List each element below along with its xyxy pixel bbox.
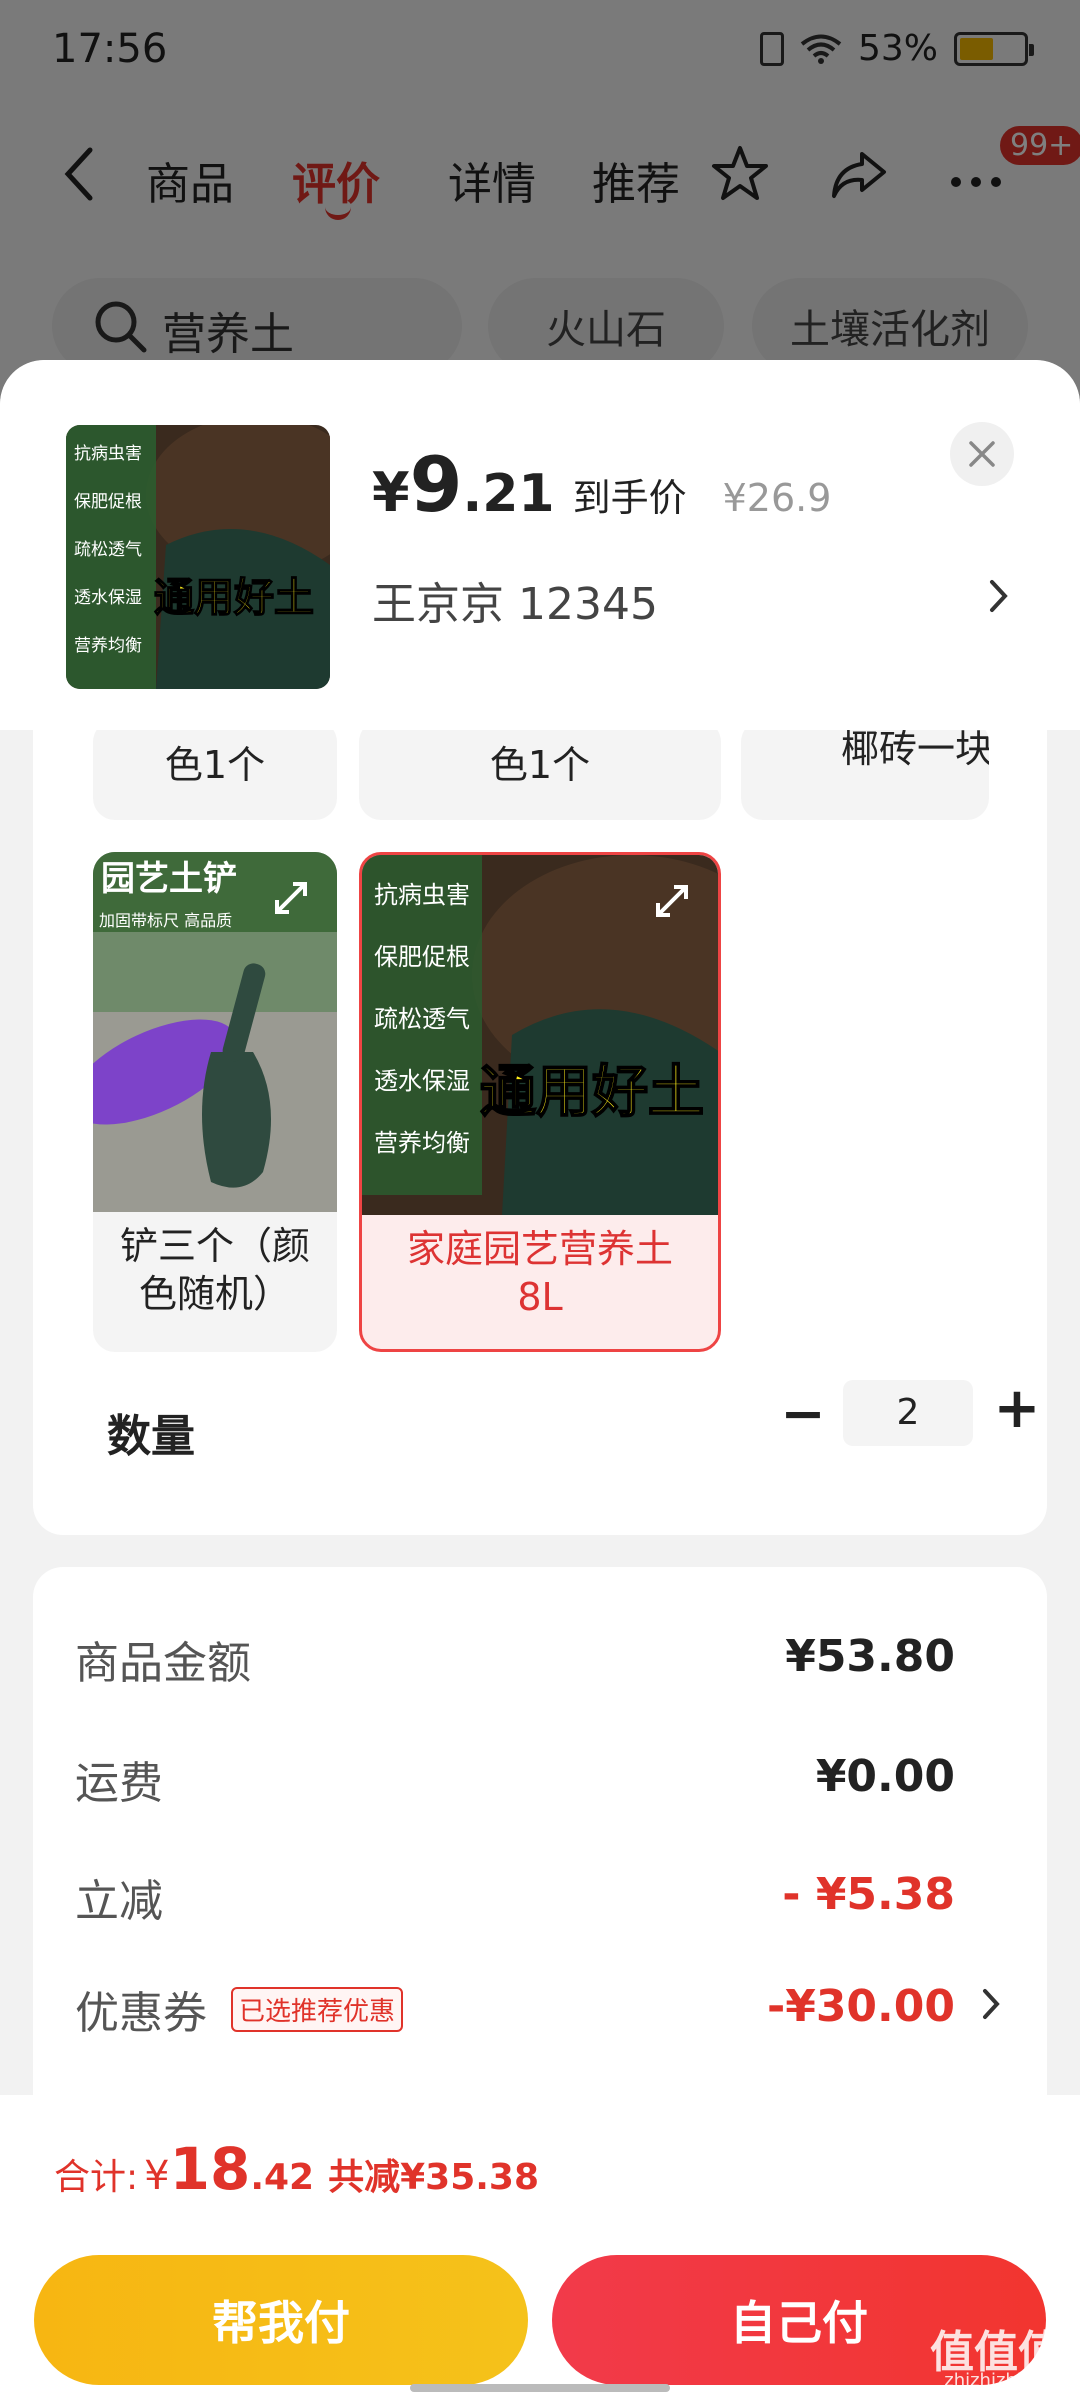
delivery-address[interactable]: 王京京 12345 bbox=[372, 568, 658, 632]
thumb-point: 疏松透气 bbox=[74, 540, 142, 560]
watermark-url: zhizhizhi.com bbox=[944, 2370, 1066, 2391]
quantity-label: 数量 bbox=[107, 1411, 195, 1462]
expand-icon[interactable] bbox=[271, 878, 311, 918]
price-currency: ¥ bbox=[372, 461, 410, 524]
checkout-bar: 合计: ¥ 18 .42 共减¥35.38 帮我付 自己付 bbox=[0, 2095, 1080, 2400]
thumb-point: 营养均衡 bbox=[74, 636, 142, 656]
soil-slogan: 通用好土 bbox=[480, 1060, 704, 1125]
option-label: 色1个 bbox=[489, 743, 591, 787]
summary-label: 优惠券 bbox=[75, 1988, 207, 2039]
summary-value: ¥0.00 bbox=[815, 1751, 955, 1802]
soil-point: 透水保湿 bbox=[374, 1067, 470, 1095]
friend-pay-button[interactable]: 帮我付 bbox=[34, 2255, 528, 2385]
option-card-shovel[interactable]: 园艺土铲 加固带标尺 高品质 铲三个（颜色随机） bbox=[93, 852, 337, 1352]
thumb-point: 透水保湿 bbox=[74, 588, 142, 608]
home-indicator[interactable] bbox=[410, 2384, 670, 2392]
price-decimal: .21 bbox=[462, 464, 555, 524]
original-price: ¥26.9 bbox=[722, 476, 832, 520]
chevron-right-icon[interactable] bbox=[988, 578, 1010, 614]
product-price: ¥ 9 .21 到手价 ¥26.9 bbox=[372, 440, 831, 529]
price-integer: 9 bbox=[409, 440, 463, 529]
option-card-soil-selected[interactable]: 抗病虫害 保肥促根 疏松透气 透水保湿 营养均衡 通用好土 家庭园艺营养土8L bbox=[359, 852, 721, 1352]
soil-point: 抗病虫害 bbox=[374, 881, 470, 909]
option-partial[interactable]: 色1个 bbox=[93, 720, 337, 820]
summary-label: 立减 bbox=[75, 1876, 163, 1927]
shovel-image-caption: 园艺土铲 bbox=[101, 859, 237, 899]
summary-value: ¥53.80 bbox=[785, 1631, 955, 1682]
order-total: 合计: ¥ 18 .42 共减¥35.38 bbox=[54, 2135, 539, 2203]
summary-label: 商品金额 bbox=[75, 1638, 251, 1689]
option-image: 园艺土铲 加固带标尺 高品质 bbox=[93, 852, 337, 1212]
summary-value: - ¥5.38 bbox=[782, 1869, 955, 1920]
soil-point: 保肥促根 bbox=[374, 943, 470, 971]
coupon-value[interactable]: -¥30.00 bbox=[767, 1981, 955, 2032]
quantity-input[interactable]: 2 bbox=[843, 1380, 973, 1446]
thumb-slogan: 通用好土 bbox=[154, 575, 314, 621]
option-label: 铲三个（颜色随机） bbox=[119, 1224, 310, 1316]
product-image: 抗病虫害 保肥促根 疏松透气 透水保湿 营养均衡 通用好土 bbox=[66, 425, 330, 689]
chevron-right-icon[interactable] bbox=[981, 1987, 1001, 2021]
shovel-image-subcaption: 加固带标尺 高品质 bbox=[99, 911, 232, 930]
quantity-decrease-button[interactable]: − bbox=[773, 1382, 833, 1445]
total-integer: 18 bbox=[169, 2135, 251, 2203]
total-label: 合计: bbox=[54, 2157, 139, 2198]
soil-point: 疏松透气 bbox=[374, 1005, 470, 1033]
soil-point: 营养均衡 bbox=[374, 1129, 470, 1157]
total-saved: 共减¥35.38 bbox=[328, 2157, 540, 2198]
close-icon bbox=[969, 441, 995, 467]
option-label: 家庭园艺营养土8L bbox=[406, 1227, 673, 1319]
thumb-point: 保肥促根 bbox=[74, 492, 142, 512]
product-thumbnail: 抗病虫害 保肥促根 疏松透气 透水保湿 营养均衡 通用好土 bbox=[66, 425, 330, 689]
summary-label: 运费 bbox=[75, 1758, 163, 1809]
coupon-tag: 已选推荐优惠 bbox=[231, 1987, 404, 2032]
price-tag: 到手价 bbox=[572, 476, 687, 520]
sheet-header: 抗病虫害 保肥促根 疏松透气 透水保湿 营养均衡 通用好土 ¥ 9 .21 到手… bbox=[0, 360, 1080, 730]
modal-backdrop[interactable] bbox=[0, 0, 1080, 420]
expand-icon[interactable] bbox=[652, 881, 692, 921]
quantity-increase-button[interactable]: + bbox=[987, 1376, 1047, 1441]
price-summary-card: 商品金额 ¥53.80 运费 ¥0.00 立减 - ¥5.38 优惠券 已选推荐… bbox=[33, 1567, 1047, 2167]
option-image: 抗病虫害 保肥促根 疏松透气 透水保湿 营养均衡 通用好土 bbox=[362, 855, 718, 1215]
thumb-point: 抗病虫害 bbox=[74, 444, 142, 464]
option-label: 色1个 bbox=[164, 743, 266, 787]
purchase-sheet: 色1个 色1个 椰砖一块 园艺土铲 加固带标尺 高品质 铲三个（颜色随机） 抗病… bbox=[0, 360, 1080, 2400]
option-partial[interactable]: 椰砖一块 bbox=[741, 720, 989, 820]
close-button[interactable] bbox=[950, 422, 1014, 486]
total-decimal: .42 bbox=[250, 2157, 315, 2198]
option-partial[interactable]: 色1个 bbox=[359, 720, 721, 820]
total-currency: ¥ bbox=[144, 2153, 170, 2199]
